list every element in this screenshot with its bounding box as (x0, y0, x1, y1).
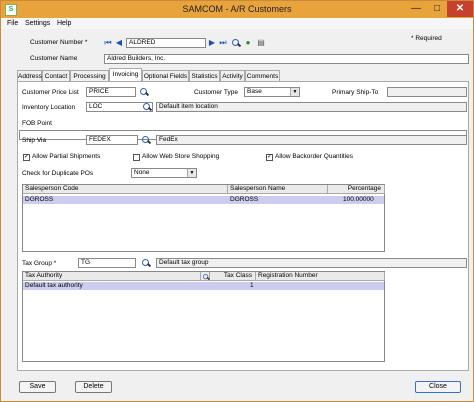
required-note: * Required (411, 35, 442, 42)
allow-partial-checkbox[interactable]: ✓ (23, 154, 30, 161)
customer-name-label: Customer Name (30, 55, 78, 62)
column-header-tax-authority[interactable]: Tax Authority (23, 272, 201, 281)
inventory-location-lookup-icon[interactable] (142, 102, 152, 112)
ship-via-field[interactable]: FEDEX (86, 135, 138, 145)
percentage-cell: 100.00000 (343, 196, 374, 203)
chevron-down-icon: ▼ (290, 88, 299, 96)
column-header-salesperson-code[interactable]: Salesperson Code (23, 185, 228, 194)
customer-number-field[interactable]: ALDRED (126, 38, 206, 48)
check-duplicate-value: None (134, 169, 150, 176)
chevron-down-icon: ▼ (187, 169, 196, 177)
tab-processing[interactable]: Processing (70, 70, 109, 81)
ship-via-label: Ship Via (22, 137, 47, 144)
tax-authority-grid[interactable]: Tax Authority Tax Class Registration Num… (22, 271, 385, 362)
tab-address[interactable]: Address (17, 70, 42, 81)
first-record-icon[interactable]: ⏮ (103, 38, 113, 48)
save-button[interactable]: Save (19, 381, 56, 393)
price-list-field[interactable]: PRICE (86, 87, 136, 97)
primary-ship-to-label: Primary Ship-To (332, 89, 379, 96)
search-icon (202, 273, 210, 281)
primary-ship-to-field[interactable] (387, 87, 467, 97)
delete-button[interactable]: Delete (75, 381, 112, 393)
customer-type-select[interactable]: Base ▼ (244, 87, 300, 97)
customer-number-label: Customer Number * (30, 39, 88, 46)
window-close-button[interactable]: ✕ (447, 1, 473, 17)
customer-type-label: Customer Type (194, 89, 238, 96)
inventory-location-description: Default item location (156, 102, 467, 112)
tax-group-field[interactable]: TG (78, 258, 136, 268)
price-list-label: Customer Price List (22, 89, 79, 96)
tab-optional-fields[interactable]: Optional Fields (142, 70, 189, 81)
column-header-percentage[interactable]: Percentage (328, 185, 385, 194)
next-record-icon[interactable]: ▶ (207, 38, 217, 48)
allow-backorder-checkbox[interactable]: ✓ (266, 154, 273, 161)
ar-customers-window: S SAMCOM - A/R Customers — □ ✕ File Sett… (0, 0, 474, 402)
check-duplicate-select[interactable]: None ▼ (131, 168, 197, 178)
menu-file[interactable]: File (7, 18, 18, 29)
salesperson-name-cell: DGROSS (230, 196, 259, 203)
minimize-button[interactable]: — (405, 1, 427, 17)
price-list-lookup-icon[interactable] (139, 87, 149, 97)
tax-class-cell: 1 (250, 282, 254, 289)
menu-settings[interactable]: Settings (25, 18, 50, 29)
inventory-location-label: Inventory Location (22, 104, 76, 111)
table-row[interactable] (23, 196, 384, 204)
column-header-tax-class[interactable]: Tax Class (210, 272, 256, 281)
fob-point-label: FOB Point (22, 120, 52, 127)
column-lookup-header (201, 272, 210, 281)
check-duplicate-label: Check for Duplicate POs (22, 170, 94, 177)
maximize-button[interactable]: □ (426, 1, 448, 17)
customer-lookup-icon[interactable] (231, 38, 241, 48)
tax-authority-cell: Default tax authority (25, 282, 83, 289)
column-header-salesperson-name[interactable]: Salesperson Name (228, 185, 328, 194)
allow-web-checkbox[interactable] (133, 154, 140, 161)
allow-partial-label: Allow Partial Shipments (32, 153, 101, 160)
new-record-icon[interactable]: ● (243, 38, 253, 48)
ship-via-description: FedEx (156, 135, 467, 145)
tab-contact[interactable]: Contact (42, 70, 70, 81)
last-record-icon[interactable]: ⏭ (218, 38, 228, 48)
zoom-icon[interactable]: ▤ (256, 38, 266, 48)
window-title: SAMCOM - A/R Customers (182, 4, 292, 14)
allow-web-label: Allow Web Store Shopping (142, 153, 220, 160)
tab-statistics[interactable]: Statistics (189, 70, 220, 81)
title-bar: S SAMCOM - A/R Customers — □ ✕ (1, 1, 473, 18)
column-header-registration-number[interactable]: Registration Number (256, 272, 385, 281)
allow-backorder-label: Allow Backorder Quantities (275, 153, 354, 160)
tax-group-lookup-icon[interactable] (141, 258, 151, 268)
tab-activity[interactable]: Activity (220, 70, 245, 81)
customer-name-field[interactable]: Aldred Builders, Inc. (104, 54, 469, 64)
menu-bar: File Settings Help (1, 18, 473, 29)
previous-record-icon[interactable]: ◀ (114, 38, 124, 48)
salesperson-grid[interactable]: Salesperson Code Salesperson Name Percen… (22, 184, 385, 252)
tab-invoicing[interactable]: Invoicing (109, 68, 142, 81)
tab-comments[interactable]: Comments (245, 70, 280, 81)
customer-type-value: Base (247, 88, 262, 95)
tax-group-description: Default tax group (156, 258, 467, 268)
menu-help[interactable]: Help (57, 18, 71, 29)
ship-via-lookup-icon[interactable] (141, 135, 151, 145)
tax-group-label: Tax Group * (22, 260, 57, 267)
salesperson-code-cell: DGROSS (25, 196, 54, 203)
close-button[interactable]: Close (415, 381, 461, 393)
